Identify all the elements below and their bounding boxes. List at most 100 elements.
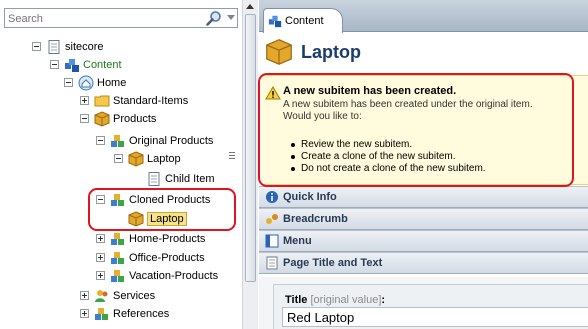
content-icon xyxy=(65,58,79,72)
expand-icon[interactable] xyxy=(96,234,105,243)
tree-item-label: Laptop xyxy=(147,211,187,226)
page-icon xyxy=(148,171,160,186)
scrollbar-thumb[interactable] xyxy=(245,14,256,282)
option-review-subitem[interactable]: Review the new subitem. xyxy=(291,139,486,151)
option-create-clone[interactable]: Create a clone of the new subitem. xyxy=(291,151,486,163)
field-label-text: Title xyxy=(285,294,308,306)
tree-item-label: sitecore xyxy=(65,40,104,53)
breadcrumb-icon xyxy=(266,214,278,224)
tree-item-label: Office-Products xyxy=(129,251,205,264)
collapse-icon[interactable] xyxy=(64,78,73,87)
tree-item-standard-items[interactable]: Standard-Items xyxy=(80,92,188,109)
blocks-icon xyxy=(111,251,124,264)
tree-item-child-item[interactable]: Child Item xyxy=(146,170,215,187)
expand-icon[interactable] xyxy=(80,291,89,300)
tree-item-label: References xyxy=(113,307,170,320)
tab-label: Content xyxy=(285,15,324,27)
cube-icon xyxy=(128,150,144,167)
collapse-icon[interactable] xyxy=(96,195,105,204)
blocks-icon xyxy=(95,307,108,320)
notification-options: Review the new subitem. Create a clone o… xyxy=(291,139,486,175)
tree-item-vacation-products[interactable]: Vacation-Products xyxy=(96,267,218,284)
tree-item-home[interactable]: Home xyxy=(64,74,126,91)
search-input[interactable] xyxy=(8,11,188,26)
cube-icon xyxy=(128,210,144,227)
expand-icon[interactable] xyxy=(96,253,105,262)
tab-content[interactable]: Content xyxy=(263,8,343,33)
collapse-icon[interactable] xyxy=(50,60,59,69)
page-icon xyxy=(48,39,60,54)
field-label-colon: : xyxy=(381,294,386,306)
blocks-icon xyxy=(111,269,124,282)
notification-title: A new subitem has been created. xyxy=(283,85,457,97)
section-title: Quick Info xyxy=(283,191,337,203)
tree-item-label: Content xyxy=(83,58,122,71)
search-icon[interactable] xyxy=(205,10,223,27)
tree-item-original-products[interactable]: Original Products xyxy=(96,132,213,149)
collapse-icon[interactable] xyxy=(32,42,41,51)
folder-icon xyxy=(94,95,110,106)
tree-item-laptop[interactable]: Laptop xyxy=(114,150,181,167)
tree-item-label: Products xyxy=(113,112,157,125)
collapse-icon[interactable] xyxy=(114,154,123,163)
section-title: Menu xyxy=(283,235,312,247)
tree-item-label: Cloned Products xyxy=(129,193,211,206)
tree-item-label: Original Products xyxy=(129,134,214,147)
section-title: Page Title and Text xyxy=(283,257,383,269)
section-title: Breadcrumb xyxy=(283,213,348,225)
notification-text-line: Would you like to: xyxy=(283,111,362,122)
collapse-icon[interactable] xyxy=(80,114,89,123)
expand-icon[interactable] xyxy=(80,309,89,318)
content-tree-pane: sitecore Content Home Standard-Items Pro… xyxy=(0,0,258,329)
tree-item-label: Laptop xyxy=(147,152,181,165)
expand-icon[interactable] xyxy=(96,271,105,280)
tree-item-label: Child Item xyxy=(165,172,215,185)
tree-item-home-products[interactable]: Home-Products xyxy=(96,230,205,247)
section-body: Title [original value]: xyxy=(259,277,588,329)
content-editor-pane: Content Laptop A new subitem has been cr… xyxy=(259,0,588,329)
tree-item-content[interactable]: Content xyxy=(50,56,122,73)
tree-item-label: Standard-Items xyxy=(113,94,189,107)
splitter-grip[interactable] xyxy=(229,152,235,164)
tree-item-office-products[interactable]: Office-Products xyxy=(96,249,205,266)
field-label: Title [original value]: xyxy=(285,294,385,306)
warning-icon xyxy=(265,86,281,100)
section-quick-info[interactable]: Quick Info xyxy=(259,186,588,208)
blocks-icon xyxy=(111,134,124,147)
tree-scrollbar[interactable] xyxy=(242,0,258,329)
section-menu[interactable]: Menu xyxy=(259,230,588,252)
option-no-clone[interactable]: Do not create a clone of the new subitem… xyxy=(291,163,486,175)
tree-item-laptop-clone[interactable]: Laptop xyxy=(128,210,187,227)
scroll-up-icon[interactable] xyxy=(246,4,254,9)
people-icon xyxy=(95,289,108,302)
blocks-icon xyxy=(111,232,124,245)
content-tree: sitecore Content Home Standard-Items Pro… xyxy=(0,32,242,329)
tree-item-products[interactable]: Products xyxy=(80,110,156,127)
chevron-down-icon[interactable] xyxy=(227,15,235,20)
expand-icon[interactable] xyxy=(80,96,89,105)
item-header: Laptop xyxy=(259,33,588,71)
cube-icon xyxy=(266,39,292,65)
tree-item-label: Vacation-Products xyxy=(129,269,219,282)
collapse-icon[interactable] xyxy=(96,136,105,145)
notification-text: A new subitem has been created under the… xyxy=(283,99,583,123)
tree-item-label: Home-Products xyxy=(129,232,206,245)
cube-icon xyxy=(94,110,110,127)
section-page-title-text[interactable]: Page Title and Text xyxy=(259,252,588,274)
blocks-icon xyxy=(111,193,124,206)
tree-item-cloned-products[interactable]: Cloned Products xyxy=(96,191,210,208)
tree-item-services[interactable]: Services xyxy=(80,287,155,304)
notification-text-line: A new subitem has been created under the… xyxy=(283,99,533,110)
home-icon xyxy=(78,75,94,90)
title-field: Title [original value]: xyxy=(273,284,588,329)
page-icon xyxy=(266,256,278,270)
field-hint: [original value] xyxy=(310,294,382,306)
tree-item-sitecore[interactable]: sitecore xyxy=(32,38,104,55)
item-title: Laptop xyxy=(301,41,361,62)
section-breadcrumb[interactable]: Breadcrumb xyxy=(259,208,588,230)
title-input[interactable] xyxy=(282,307,588,327)
editor-tabbar: Content xyxy=(259,0,588,33)
tree-item-label: Home xyxy=(97,76,127,89)
tree-item-references[interactable]: References xyxy=(80,305,169,322)
info-icon xyxy=(266,191,278,203)
